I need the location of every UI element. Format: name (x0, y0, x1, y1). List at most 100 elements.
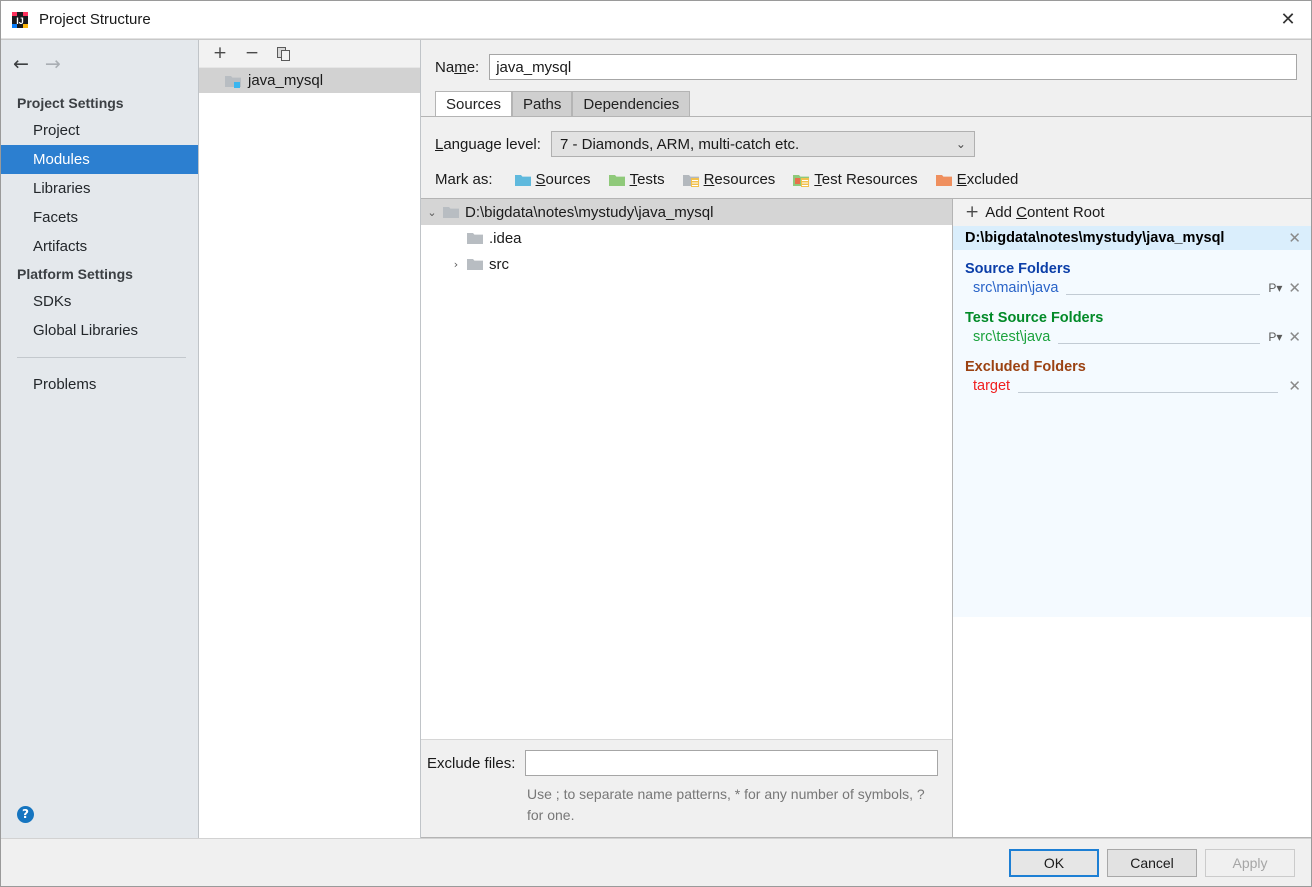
sidebar-item-modules[interactable]: Modules (1, 145, 198, 174)
source-folders-title: Source Folders (965, 261, 1071, 277)
mark-as-sources-button[interactable]: Sources (514, 171, 591, 188)
sidebar-item-libraries[interactable]: Libraries (1, 174, 198, 203)
module-folder-icon (225, 74, 241, 88)
content-split: ⌄ D:\bigdata\notes\mystudy\java_mysql .i… (421, 198, 1311, 838)
close-icon[interactable]: ✕ (1265, 1, 1311, 39)
sidebar-item-project[interactable]: Project (1, 116, 198, 145)
exclude-files-input[interactable] (525, 750, 938, 777)
module-tabs: Sources Paths Dependencies (421, 90, 1311, 116)
language-level-dropdown[interactable]: 7 - Diamonds, ARM, multi-catch etc. ⌄ (550, 131, 975, 157)
tab-paths[interactable]: Paths (512, 91, 573, 116)
forward-arrow-icon[interactable]: → (45, 54, 61, 74)
content-tree-pane: ⌄ D:\bigdata\notes\mystudy\java_mysql .i… (421, 199, 953, 837)
help-row: ? (1, 790, 198, 838)
folder-icon (443, 205, 459, 219)
sources-tab-panel: Language level: 7 - Diamonds, ARM, multi… (421, 117, 1311, 838)
mark-as-test-resources-label: Test Resources (814, 171, 918, 188)
sidebar-item-facets[interactable]: Facets (1, 203, 198, 232)
language-level-label: Language level: (435, 135, 541, 153)
mark-as-resources-label: Resources (703, 171, 776, 188)
test-source-folders-title: Test Source Folders (965, 310, 1104, 326)
test-source-folder-row[interactable]: src\test\java P▾ ✕ (953, 328, 1311, 348)
intellij-idea-logo-icon: IJ (11, 11, 29, 29)
language-level-row: Language level: 7 - Diamonds, ARM, multi… (421, 117, 1311, 165)
remove-excluded-folder-icon[interactable]: ✕ (1286, 378, 1303, 394)
dialog-body: ← → Project Settings Project Modules Lib… (1, 39, 1311, 838)
tree-row-label: D:\bigdata\notes\mystudy\java_mysql (465, 203, 714, 221)
dialog-footer: OK Cancel Apply (1, 838, 1311, 886)
chevron-down-icon[interactable]: ⌄ (421, 206, 443, 219)
test-source-folder-path: src\test\java (973, 329, 1051, 345)
content-root-header: D:\bigdata\notes\mystudy\java_mysql ✕ (953, 226, 1311, 250)
tab-dependencies[interactable]: Dependencies (572, 91, 691, 116)
resources-folder-icon (682, 173, 699, 187)
package-prefix-icon[interactable]: P▾ (1268, 330, 1282, 344)
content-roots-pane: + Add Content Root D:\bigdata\notes\myst… (953, 199, 1311, 837)
cancel-button[interactable]: Cancel (1107, 848, 1197, 877)
module-name-label: Name: (435, 58, 480, 76)
sidebar-group-project-settings: Project Settings (17, 95, 124, 111)
folder-icon (467, 231, 483, 245)
tree-row-label: src (489, 255, 509, 273)
copy-module-icon[interactable] (275, 45, 293, 63)
mark-as-tests-button[interactable]: Tests (608, 171, 665, 188)
sidebar-item-global-libraries[interactable]: Global Libraries (1, 316, 198, 345)
remove-test-source-folder-icon[interactable]: ✕ (1286, 329, 1303, 345)
sidebar-item-sdks[interactable]: SDKs (1, 287, 198, 316)
package-prefix-icon[interactable]: P▾ (1268, 281, 1282, 295)
tree-row-label: .idea (489, 229, 522, 247)
sidebar-item-problems[interactable]: Problems (1, 370, 198, 399)
test-resources-folder-icon (793, 173, 810, 187)
module-list-item-java-mysql[interactable]: java_mysql (199, 68, 420, 93)
project-structure-dialog: IJ Project Structure ✕ ← → Project Setti… (0, 0, 1312, 887)
path-rule (1058, 342, 1261, 344)
tree-row[interactable]: ⌄ D:\bigdata\notes\mystudy\java_mysql (421, 199, 952, 225)
nav-arrows: ← → (1, 48, 198, 80)
excluded-folder-row[interactable]: target ✕ (953, 377, 1311, 397)
path-rule (1018, 391, 1279, 393)
mark-as-label: Mark as: (435, 171, 493, 188)
excluded-folder-icon (935, 173, 952, 187)
svg-text:IJ: IJ (16, 16, 24, 26)
sources-folder-icon (514, 173, 531, 187)
mark-as-resources-button[interactable]: Resources (682, 171, 776, 188)
sidebar-item-artifacts[interactable]: Artifacts (1, 232, 198, 261)
source-folder-row[interactable]: src\main\java P▾ ✕ (953, 279, 1311, 299)
add-module-icon[interactable]: + (211, 45, 229, 63)
module-name-row: Name: java_mysql (421, 40, 1311, 90)
mark-as-tests-label: Tests (629, 171, 665, 188)
apply-button: Apply (1205, 848, 1295, 877)
tree-row[interactable]: .idea (421, 225, 952, 251)
sidebar-nav-list: Project Settings Project Modules Librari… (1, 90, 198, 399)
content-roots-empty-space (953, 617, 1311, 837)
exclude-files-row: Exclude files: (421, 750, 938, 777)
tab-sources[interactable]: Sources (435, 91, 513, 116)
add-content-root-label: Add Content Root (985, 204, 1105, 221)
content-root-path: D:\bigdata\notes\mystudy\java_mysql (965, 230, 1225, 246)
help-icon[interactable]: ? (17, 805, 34, 823)
chevron-down-icon: ⌄ (955, 137, 966, 151)
exclude-files-hint: Use ; to separate name patterns, * for a… (527, 786, 925, 823)
remove-content-root-icon[interactable]: ✕ (1286, 230, 1303, 246)
tree-row[interactable]: › src (421, 251, 952, 277)
mark-as-excluded-button[interactable]: Excluded (935, 171, 1019, 188)
module-editor: Name: java_mysql Sources Paths Dependenc… (421, 40, 1311, 838)
back-arrow-icon[interactable]: ← (13, 54, 29, 74)
mark-as-excluded-label: Excluded (956, 171, 1019, 188)
excluded-folders-title: Excluded Folders (965, 359, 1086, 375)
add-content-root-button[interactable]: + Add Content Root (953, 199, 1311, 226)
sidebar-divider (17, 357, 186, 358)
remove-source-folder-icon[interactable]: ✕ (1286, 280, 1303, 296)
ok-button[interactable]: OK (1009, 848, 1099, 877)
language-level-value: 7 - Diamonds, ARM, multi-catch etc. (559, 135, 800, 153)
mark-as-test-resources-button[interactable]: Test Resources (793, 171, 918, 188)
module-list-item-label: java_mysql (248, 72, 324, 89)
path-rule (1066, 293, 1261, 295)
exclude-files-area: Exclude files: Use ; to separate name pa… (421, 739, 952, 837)
chevron-right-icon[interactable]: › (445, 258, 467, 271)
module-name-input[interactable]: java_mysql (489, 54, 1297, 80)
mark-as-sources-label: Sources (535, 171, 591, 188)
content-roots-body: D:\bigdata\notes\mystudy\java_mysql ✕ So… (953, 226, 1311, 617)
remove-module-icon[interactable]: − (243, 45, 261, 63)
source-folder-path: src\main\java (973, 280, 1059, 296)
